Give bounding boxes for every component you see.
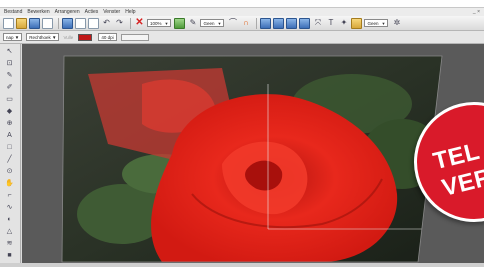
mode-select[interactable]: nap ▼ bbox=[3, 33, 23, 41]
effects-icon[interactable]: ✦ bbox=[338, 18, 349, 29]
text-icon[interactable]: T bbox=[325, 18, 336, 29]
size-value: 40 dpi bbox=[101, 34, 114, 40]
menu-venster[interactable]: Venster bbox=[103, 9, 120, 15]
clone-tool-icon[interactable]: ⊕ bbox=[3, 118, 16, 128]
layer-add-icon[interactable] bbox=[273, 17, 285, 29]
crop-tool-icon[interactable]: ⊡ bbox=[3, 58, 16, 68]
mode-value: nap bbox=[6, 34, 14, 40]
shape-tool-icon[interactable]: □ bbox=[3, 142, 16, 152]
zoom-select[interactable]: 100% ▼ bbox=[147, 19, 172, 27]
hand-tool-icon[interactable]: ✋ bbox=[3, 178, 16, 188]
save-icon[interactable] bbox=[29, 17, 40, 29]
folder-icon[interactable] bbox=[351, 17, 363, 29]
toolbar-divider bbox=[130, 17, 131, 29]
undo-icon[interactable]: ↶ bbox=[101, 18, 112, 29]
chevron-down-icon: ▼ bbox=[13, 34, 20, 40]
zoom-tool-icon[interactable]: ⊙ bbox=[3, 166, 16, 176]
chevron-down-icon: ▼ bbox=[381, 20, 386, 26]
redo-icon[interactable]: ↷ bbox=[114, 18, 125, 29]
tool-palette: ↖ ⊡ ✎ ✐ ▭ ◆ ⊕ A □ ╱ ⊙ ✋ ⌐ ∿ ◐ △ ≋ ■ bbox=[0, 44, 21, 263]
preset-2-value: Geen bbox=[367, 20, 379, 26]
fill-label: Vulle bbox=[63, 34, 74, 40]
size-field[interactable]: 40 dpi bbox=[98, 33, 117, 41]
print-icon[interactable] bbox=[42, 17, 53, 29]
menu-bestand[interactable]: Bestand bbox=[4, 9, 22, 15]
fill-tool-icon[interactable]: ◆ bbox=[3, 106, 16, 116]
line-tool-icon[interactable]: ╱ bbox=[3, 154, 16, 164]
warp-tool-icon[interactable]: ≋ bbox=[3, 238, 16, 248]
pen-tool-icon[interactable]: ✎ bbox=[3, 70, 16, 80]
zoom-in-icon[interactable] bbox=[174, 17, 186, 29]
chevron-down-icon: ▼ bbox=[164, 20, 169, 26]
delete-icon[interactable]: ✕ bbox=[134, 18, 145, 29]
color-tool-icon[interactable]: ■ bbox=[3, 250, 16, 260]
shape-value: Rechthoek bbox=[29, 34, 51, 40]
status-bar bbox=[0, 263, 484, 267]
eraser-tool-icon[interactable]: ▭ bbox=[3, 94, 16, 104]
help-icon[interactable]: ✲ bbox=[391, 18, 402, 29]
sharpen-tool-icon[interactable]: △ bbox=[3, 226, 16, 236]
menu-acties[interactable]: Acties bbox=[85, 9, 99, 15]
menu-bar: Bestand Bewerken Arrangeren Acties Venst… bbox=[0, 8, 484, 16]
lasso-icon[interactable]: ⌒ bbox=[227, 18, 238, 29]
dodge-tool-icon[interactable]: ◐ bbox=[3, 214, 16, 224]
title-strip bbox=[0, 0, 484, 8]
color-swatch[interactable] bbox=[78, 33, 93, 41]
brush-tool-icon[interactable]: ✐ bbox=[3, 82, 16, 92]
paste-icon[interactable] bbox=[88, 17, 99, 29]
menu-arrangeren[interactable]: Arrangeren bbox=[55, 9, 80, 15]
main-toolbar: ↶ ↷ ✕ 100% ▼ ✎ Geen ▼ ⌒ ∩ ⤧ T ✦ Geen ▼ ✲ bbox=[0, 16, 484, 31]
preset-1-value: Geen bbox=[203, 20, 215, 26]
shape-select[interactable]: Rechthoek ▼ bbox=[26, 33, 60, 41]
transform-icon[interactable]: ⤧ bbox=[312, 18, 323, 29]
options-bar: nap ▼ Rechthoek ▼ Vulle 40 dpi bbox=[0, 31, 484, 44]
new-file-icon[interactable] bbox=[3, 17, 14, 29]
toolbar-divider bbox=[58, 17, 59, 29]
text-tool-icon[interactable]: A bbox=[3, 130, 16, 140]
menu-bewerken[interactable]: Bewerken bbox=[27, 9, 49, 15]
layer-icon[interactable] bbox=[260, 17, 272, 29]
eyedropper-icon[interactable]: ✎ bbox=[187, 18, 198, 29]
preset-select-2[interactable]: Geen ▼ bbox=[364, 19, 389, 27]
menu-help[interactable]: Help bbox=[125, 9, 135, 15]
arrow-tool-icon[interactable]: ↖ bbox=[3, 46, 16, 56]
chevron-down-icon: ▼ bbox=[50, 34, 57, 40]
preset-select-1[interactable]: Geen ▼ bbox=[200, 19, 225, 27]
copy-icon[interactable] bbox=[75, 17, 86, 29]
zoom-value: 100% bbox=[150, 20, 162, 26]
layer-merge-icon[interactable] bbox=[286, 17, 298, 29]
apply-field[interactable] bbox=[120, 33, 149, 41]
app-window: Bestand Bewerken Arrangeren Acties Venst… bbox=[0, 0, 484, 267]
toolbar-divider bbox=[256, 17, 258, 29]
smudge-tool-icon[interactable]: ∿ bbox=[3, 202, 16, 212]
window-controls[interactable]: _ × bbox=[473, 9, 480, 15]
eyedropper-tool-icon[interactable]: ⌐ bbox=[3, 190, 16, 200]
layer-copy-icon[interactable] bbox=[299, 17, 311, 29]
chevron-down-icon: ▼ bbox=[217, 20, 222, 26]
magnet-icon[interactable]: ∩ bbox=[240, 18, 251, 29]
image-icon[interactable] bbox=[62, 17, 73, 29]
open-folder-icon[interactable] bbox=[16, 17, 27, 29]
